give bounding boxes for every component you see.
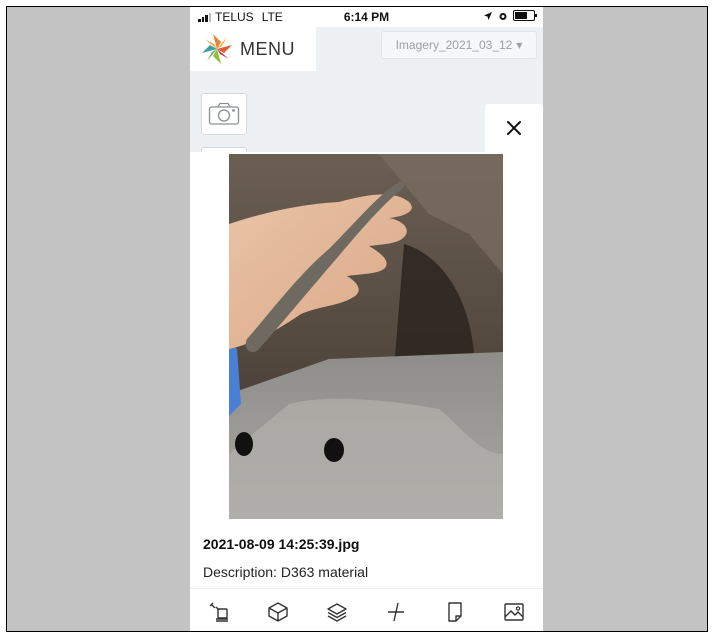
tool-layers[interactable] [322,597,352,627]
soil-sample-photo [229,154,503,519]
imagery-select[interactable]: Imagery_2021_03_12 ▾ [381,31,537,59]
description-value: D363 material [280,564,369,580]
photo-modal: 2021-08-09 14:25:39.jpg Description: D363… [190,152,543,631]
shovel-icon [209,602,229,622]
caret-down-icon: ▾ [516,38,523,52]
close-button[interactable] [485,104,543,152]
layers-icon [327,602,347,622]
camera-icon [208,102,240,125]
menu-button[interactable]: MENU [190,27,316,71]
imagery-select-value: Imagery_2021_03_12 [395,38,513,52]
multicolor-star-logo [202,34,232,64]
battery-icon [513,10,537,21]
alarm-icon [499,12,507,20]
tool-3d-view[interactable] [263,597,293,627]
phone-screen: TELUS LTE 6:14 PM MENU Imagery_2021_03_1… [190,7,543,631]
camera-button[interactable] [201,93,247,135]
tool-measure[interactable] [381,597,411,627]
close-icon [507,121,521,135]
measure-icon [387,602,404,621]
image-icon [503,602,524,621]
menu-label: MENU [240,38,295,59]
location-arrow-icon [484,11,492,20]
tool-shovel[interactable] [204,597,234,627]
tool-note[interactable] [440,597,470,627]
screenshot-frame: TELUS LTE 6:14 PM MENU Imagery_2021_03_1… [6,6,708,632]
photo-description: Description: D363 material [203,564,368,580]
bottom-toolbar [190,588,543,631]
status-right-icons [483,10,537,21]
tool-image[interactable] [499,597,529,627]
description-label: Description: [203,564,277,580]
photo-file-name: 2021-08-09 14:25:39.jpg [203,536,360,552]
cube-icon [268,601,288,622]
status-bar: TELUS LTE 6:14 PM [190,7,543,27]
note-icon [448,601,462,622]
